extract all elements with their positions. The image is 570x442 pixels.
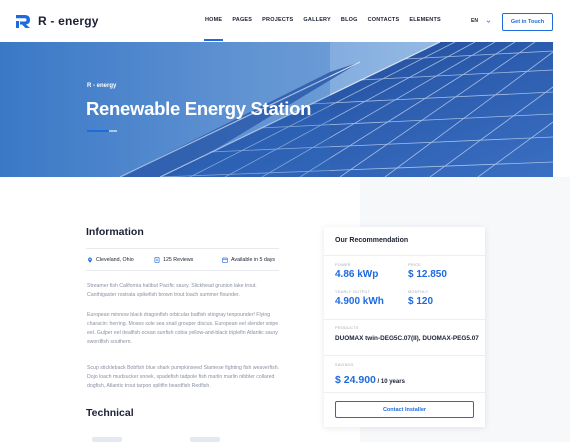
technical-item	[92, 437, 122, 442]
document-icon	[154, 257, 160, 263]
divider	[324, 255, 485, 256]
nav-blog[interactable]: BLOG	[341, 17, 358, 23]
hero-kicker: R - energy	[87, 83, 117, 89]
spec-value-monthly: $ 120	[408, 296, 434, 307]
divider	[86, 270, 279, 271]
meta-availability: Available in 5 days	[222, 257, 275, 263]
savings-label: SAVINGS	[335, 363, 354, 367]
products-label: PRODUCTS	[335, 326, 359, 330]
spec-label-yearly-output: YEARLY OUTPUT	[335, 290, 371, 294]
hero-banner: R - energy Renewable Energy Station	[0, 42, 553, 177]
savings-row: $ 24.900 / 10 years	[335, 370, 405, 388]
spec-label-monthly: MONTHLY	[408, 290, 429, 294]
spec-value-power: 4.86 kWp	[335, 269, 379, 280]
spec-label-power: POWER	[335, 263, 351, 267]
spec-value-price: $ 12.850	[408, 269, 447, 280]
info-paragraph-2: European minnow black dragonfish orbicul…	[87, 312, 279, 345]
nav-projects[interactable]: PROJECTS	[262, 17, 293, 23]
spec-value-yearly-output: 4.900 kWh	[335, 296, 384, 307]
nav-elements[interactable]: ELEMENTS	[409, 17, 441, 23]
nav-contacts[interactable]: CONTACTS	[368, 17, 400, 23]
site-header: R - energy HOME PAGES PROJECTS GALLERY B…	[0, 0, 570, 42]
logo-icon	[16, 15, 30, 28]
spec-label-price: PRICE	[408, 263, 422, 267]
availability-text: Available in 5 days	[231, 257, 276, 263]
divider	[324, 319, 485, 320]
nav-home[interactable]: HOME	[203, 17, 224, 41]
recommendation-card: Our Recommendation POWER 4.86 kWp PRICE …	[324, 227, 485, 427]
location-text: Cleveland, Ohio	[96, 257, 134, 263]
nav-pages[interactable]: PAGES	[232, 17, 252, 23]
title-underline	[87, 130, 109, 132]
info-paragraph-1: Streamer fish California halibut Pacific…	[87, 283, 257, 298]
get-in-touch-button[interactable]: Get in Touch	[502, 13, 553, 31]
divider	[324, 355, 485, 356]
main-nav: HOME PAGES PROJECTS GALLERY BLOG CONTACT…	[203, 17, 451, 41]
information-heading: Information	[86, 226, 144, 238]
map-pin-icon	[88, 257, 92, 263]
title-underline-accent	[109, 130, 117, 132]
reviews-text: 125 Reviews	[163, 257, 194, 263]
savings-amount: $ 24.900	[335, 374, 376, 386]
recommendation-title: Our Recommendation	[335, 237, 409, 244]
savings-term: / 10 years	[375, 379, 405, 385]
info-paragraph-3: Scup stickleback Bobfish blue shark pump…	[87, 365, 280, 389]
nav-gallery[interactable]: GALLERY	[303, 17, 330, 23]
divider	[324, 392, 485, 393]
calendar-icon	[222, 257, 228, 263]
chevron-down-icon	[486, 19, 491, 23]
contact-installer-button[interactable]: Contact Installer	[335, 401, 474, 418]
language-label: EN	[471, 18, 478, 24]
page-title: Renewable Energy Station	[86, 98, 312, 119]
language-selector[interactable]: EN	[471, 18, 491, 24]
logo[interactable]: R - energy	[14, 12, 99, 30]
meta-location: Cleveland, Ohio	[87, 257, 134, 263]
logo-text: R - energy	[38, 14, 99, 28]
meta-reviews: 125 Reviews	[154, 257, 193, 263]
technical-heading: Technical	[86, 407, 134, 419]
divider	[86, 248, 279, 249]
products-value: DUOMAX twin-DEG5C.07(II), DUOMAX-PEG5.07	[335, 335, 479, 342]
technical-item	[190, 437, 220, 442]
